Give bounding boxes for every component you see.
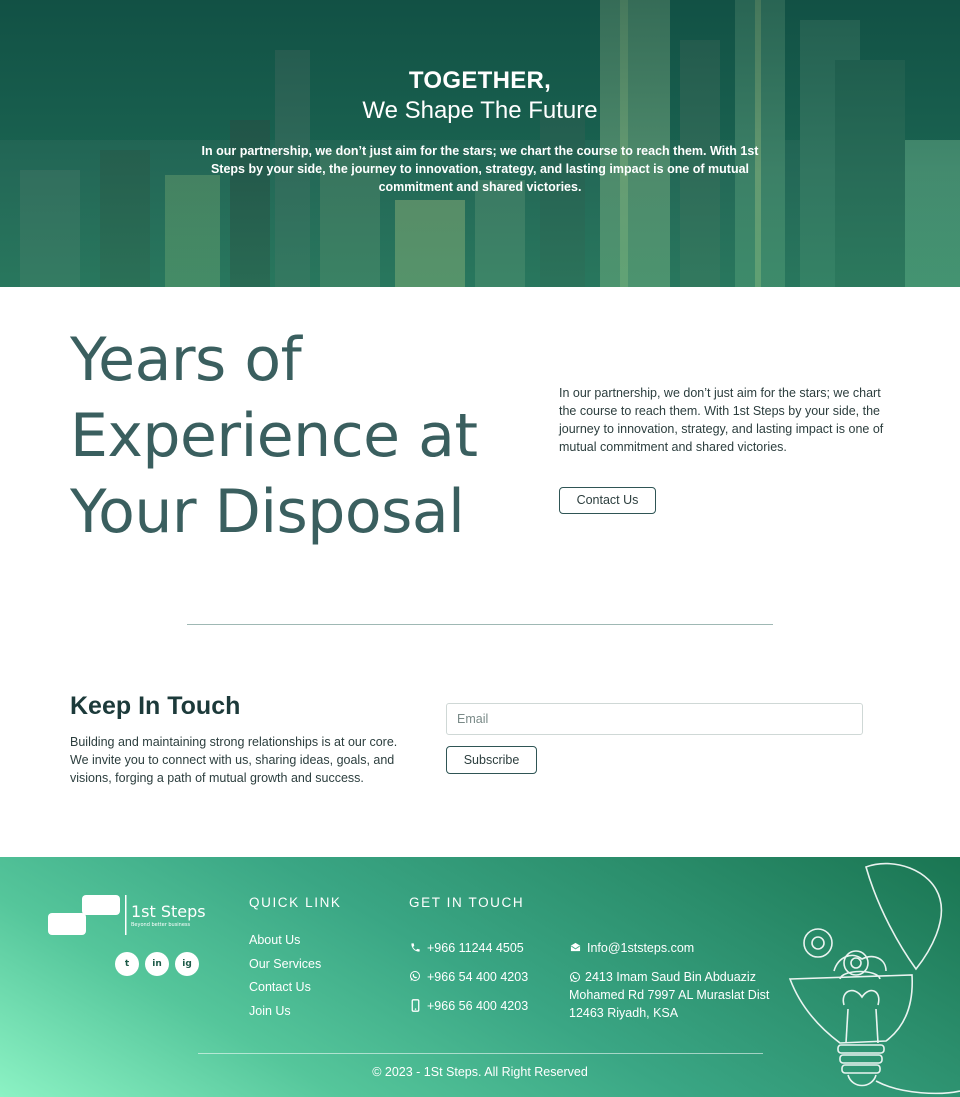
hero-banner: TOGETHER, We Shape The Future In our par… <box>0 0 960 287</box>
hero-title-line1: TOGETHER, <box>408 67 552 94</box>
copyright-text: 2023 - 1St Steps. All Right Reserved <box>384 1065 588 1079</box>
email-input[interactable] <box>446 703 863 735</box>
phone-number: +966 11244 4505 <box>427 941 524 955</box>
quick-link-heading: QUICK LINK <box>249 895 342 910</box>
contact-us-button[interactable]: Contact Us <box>559 487 656 514</box>
social-links: t in ig <box>115 952 199 976</box>
location-whatsapp-icon <box>569 970 581 984</box>
section-divider <box>187 624 773 625</box>
linkedin-icon[interactable]: in <box>145 952 169 976</box>
lightbulb-gears-illustration <box>788 862 960 1095</box>
whatsapp-number: +966 54 400 4203 <box>427 970 529 984</box>
street-address: 2413 Imam Saud Bin Abduaziz Mohamed Rd 7… <box>569 970 770 1020</box>
footer-link-about-us[interactable]: About Us <box>249 929 321 953</box>
experience-title: Years of Experience at Your Disposal <box>70 325 478 547</box>
footer-link-contact-us[interactable]: Contact Us <box>249 976 321 1000</box>
mobile-contact[interactable]: +966 56 400 4203 <box>409 997 528 1015</box>
subscribe-button[interactable]: Subscribe <box>446 746 537 774</box>
experience-description: In our partnership, we don’t just aim fo… <box>559 386 884 454</box>
copyright: © 2023 - 1St Steps. All Right Reserved <box>0 1065 960 1079</box>
logo-wordmark: 1st Steps <box>131 902 206 921</box>
phone-icon <box>409 940 421 954</box>
whatsapp-icon <box>409 969 421 983</box>
address-contact: 2413 Imam Saud Bin Abduaziz Mohamed Rd 7… <box>569 968 789 1022</box>
hero-title-line2: We Shape The Future <box>362 97 598 124</box>
phone-contact[interactable]: +966 11244 4505 <box>409 939 524 957</box>
footer-link-join-us[interactable]: Join Us <box>249 1000 321 1024</box>
footer-divider <box>198 1053 763 1054</box>
mobile-number: +966 56 400 4203 <box>427 999 529 1013</box>
keep-in-touch-description: Building and maintaining strong relation… <box>70 735 398 785</box>
brand-logo[interactable]: 1st Steps Beyond better business <box>48 895 208 937</box>
instagram-icon[interactable]: ig <box>175 952 199 976</box>
whatsapp-contact[interactable]: +966 54 400 4203 <box>409 968 528 986</box>
logo-tagline: Beyond better business <box>131 922 191 928</box>
get-in-touch-heading: GET IN TOUCH <box>409 895 525 910</box>
email-contact[interactable]: Info@1ststeps.com <box>569 939 694 957</box>
envelope-icon <box>569 940 581 954</box>
hero-description: In our partnership, we don’t just aim fo… <box>201 144 759 194</box>
keep-in-touch-title: Keep In Touch <box>70 692 241 720</box>
email-address: Info@1ststeps.com <box>587 941 695 955</box>
twitter-icon[interactable]: t <box>115 952 139 976</box>
copyright-icon: © <box>372 1065 385 1079</box>
quick-link-list: About Us Our Services Contact Us Join Us <box>249 929 321 1023</box>
hero-text-block: TOGETHER, We Shape The Future In our par… <box>0 66 960 196</box>
mobile-phone-icon <box>409 998 421 1012</box>
footer: 1st Steps Beyond better business t in ig… <box>0 857 960 1097</box>
footer-link-our-services[interactable]: Our Services <box>249 953 321 977</box>
